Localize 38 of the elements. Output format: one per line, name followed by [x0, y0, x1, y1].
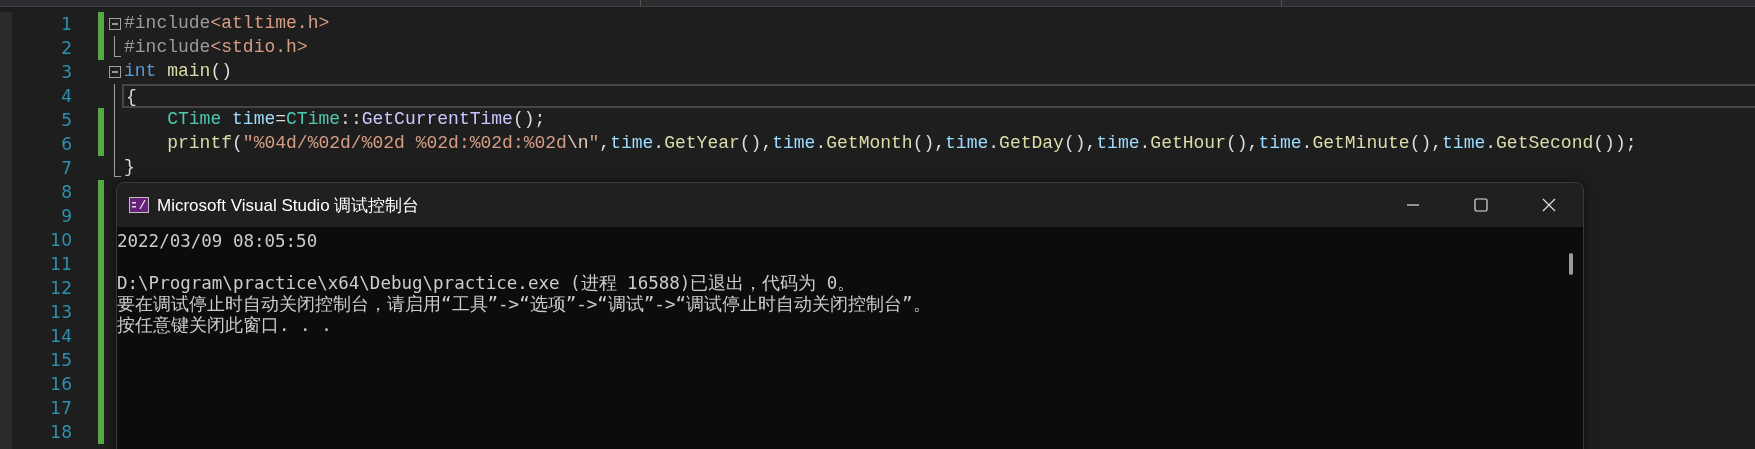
- code-line: {: [126, 87, 137, 107]
- line-number: 14: [49, 325, 72, 348]
- line-number: 9: [60, 205, 72, 228]
- line-number: 17: [49, 397, 72, 420]
- line-number: 1: [60, 13, 72, 36]
- console-output: D:\Program\practice\x64\Debug\practice.exe (进程 16588)已退出，代码为 0。: [117, 273, 857, 294]
- collapse-icon[interactable]: [109, 66, 121, 78]
- maximize-icon: [1473, 197, 1489, 213]
- window-title: Microsoft Visual Studio 调试控制台: [157, 194, 420, 217]
- line-number: 2: [60, 37, 72, 60]
- line-number: 8: [60, 181, 72, 204]
- line-number: 3: [60, 61, 72, 84]
- line-number: 16: [49, 373, 72, 396]
- line-number: 12: [49, 277, 72, 300]
- code-line: #include<stdio.h>: [124, 37, 308, 57]
- console-output: 2022/03/09 08:05:50: [117, 231, 319, 252]
- minimize-icon: [1407, 204, 1419, 206]
- line-number: 4: [60, 85, 72, 108]
- code-line: int main(): [124, 61, 233, 81]
- line-number: 13: [49, 301, 72, 324]
- line-number: 5: [60, 109, 72, 132]
- line-number: 15: [49, 349, 72, 372]
- code-line: printf("%04d/%02d/%02d %02d:%02d:%02d\n",time.GetYear(),time.GetMonth(),time.GetDay(),time.GetHour(),time.GetMinute(),time.GetSecond());: [166, 133, 1637, 153]
- code-line: }: [124, 157, 135, 177]
- fold-guide: [114, 36, 121, 57]
- code-line: CTime time=CTime::GetCurrentTime();: [166, 109, 546, 129]
- code-line: #include<atltime.h>: [124, 13, 330, 33]
- line-number: 18: [49, 421, 72, 444]
- scrollbar-thumb[interactable]: [1569, 253, 1573, 275]
- close-icon: [1541, 197, 1557, 213]
- line-number: 7: [60, 157, 72, 180]
- console-icon: [129, 197, 149, 213]
- line-number: 11: [49, 253, 72, 276]
- collapse-icon[interactable]: [109, 18, 121, 30]
- line-number: 10: [49, 229, 72, 252]
- console-output: 要在调试停止时自动关闭控制台，请启用“工具”->“选项”->“调试”->“调试停止时自动关闭控制台”。: [117, 294, 932, 315]
- line-number: 6: [60, 133, 72, 156]
- console-output: 按任意键关闭此窗口. . .: [117, 315, 333, 336]
